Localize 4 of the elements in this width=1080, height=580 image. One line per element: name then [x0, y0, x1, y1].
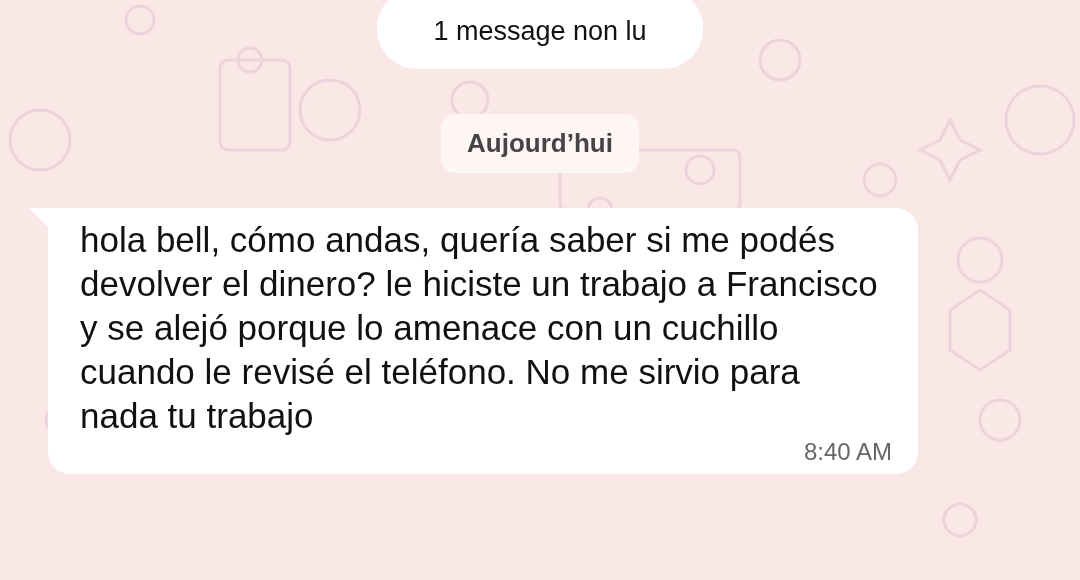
- message-text: hola bell, cómo andas, quería saber si me podés devolver el dinero? le hiciste un trabajo a Francisco y se alejó porque lo amenace con un cuchillo cuando le revisé el teléfono. No me sirvio para nada tu trabajo: [80, 219, 879, 437]
- unread-messages-banner: 1 message non lu: [377, 0, 703, 69]
- date-chip: Aujourd’hui: [441, 114, 639, 173]
- message-time: 8:40 AM: [803, 438, 892, 466]
